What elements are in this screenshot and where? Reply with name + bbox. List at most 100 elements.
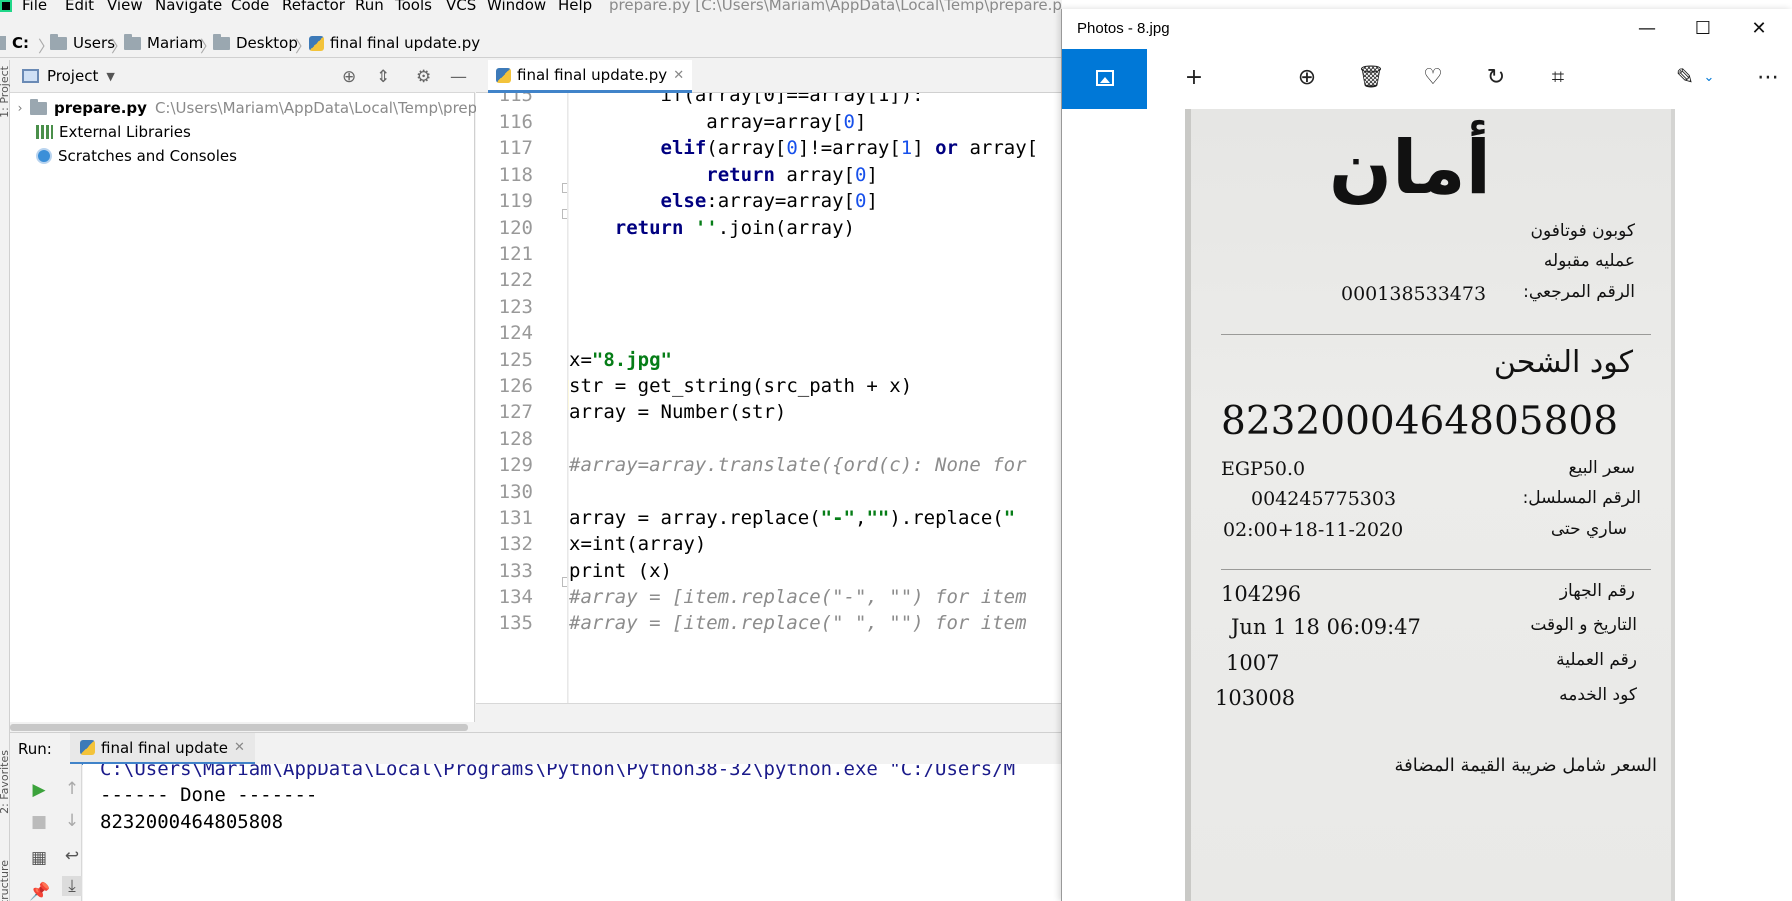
- menu-code[interactable]: Code: [231, 0, 269, 14]
- down-arrow-icon[interactable]: ↓: [62, 811, 82, 831]
- minimize-button[interactable]: —: [1619, 9, 1675, 49]
- receipt-value: 004245775303: [1251, 488, 1397, 510]
- project-view-selector[interactable]: Project ▼: [22, 67, 115, 85]
- tree-item-label: External Libraries: [59, 123, 191, 141]
- run-label: Run:: [18, 740, 52, 758]
- code-line: elif(array[0]!=array[1] or array[: [569, 133, 1039, 163]
- code-text: x=int(array): [569, 533, 707, 555]
- pin-icon[interactable]: 📌: [29, 882, 50, 901]
- receipt-heading: كود الشحن: [1493, 345, 1633, 380]
- code-editor[interactable]: if(array[0]==array[1]): array=array[0] e…: [569, 93, 1062, 703]
- chevron-down-icon[interactable]: ⌄: [1694, 63, 1724, 93]
- folder-icon: [124, 33, 141, 50]
- editor-horizontal-scrollbar[interactable]: [476, 703, 1062, 732]
- locate-icon[interactable]: ⊕: [342, 67, 356, 87]
- code-text: x=: [569, 349, 592, 371]
- more-icon[interactable]: ⋯: [1753, 63, 1783, 93]
- code-string: '': [683, 217, 718, 239]
- menu-refactor[interactable]: Refactor: [282, 0, 345, 14]
- tree-item-scratches[interactable]: Scratches and Consoles: [36, 144, 237, 168]
- run-tab-final-final-update[interactable]: final final update ✕: [70, 733, 255, 765]
- code-string: "": [866, 507, 890, 529]
- tab-label: final final update.py: [517, 66, 668, 84]
- rotate-icon[interactable]: ↻: [1481, 63, 1511, 93]
- maximize-button[interactable]: ☐: [1675, 9, 1731, 49]
- breadcrumb-desktop[interactable]: Desktop: [213, 33, 298, 52]
- menu-help[interactable]: Help: [558, 0, 592, 14]
- soft-wrap-icon[interactable]: ↩: [62, 846, 82, 866]
- gear-icon[interactable]: ⚙: [416, 67, 431, 87]
- breadcrumb-file[interactable]: final final update.py: [309, 34, 480, 52]
- breadcrumb-users[interactable]: Users: [50, 33, 116, 52]
- close-icon[interactable]: ✕: [673, 68, 684, 83]
- fold-marker-icon[interactable]: [562, 577, 567, 587]
- close-button[interactable]: ✕: [1731, 9, 1787, 49]
- run-console[interactable]: C:\Users\Mariam\AppData\Local\Programs\P…: [83, 764, 1062, 901]
- code-text: array[: [774, 164, 855, 186]
- code-number: 0: [843, 111, 855, 133]
- receipt-value: EGP50.0: [1221, 458, 1306, 480]
- code-text: array = Number(str): [569, 401, 787, 423]
- menu-file[interactable]: File: [22, 0, 47, 14]
- photo-viewer[interactable]: أمان كوبون فوتافون عمليه مقبوله الرقم ال…: [1062, 109, 1792, 901]
- tree-item-external-libraries[interactable]: External Libraries: [36, 120, 191, 144]
- menu-vcs[interactable]: VCS: [446, 0, 476, 14]
- receipt-label: ساري حتى: [1550, 519, 1627, 539]
- delete-icon[interactable]: 🗑: [1356, 63, 1386, 93]
- breadcrumb-mariam[interactable]: Mariam: [124, 33, 204, 52]
- menu-view[interactable]: View: [107, 0, 143, 14]
- run-panel-header: Run: final final update ✕: [10, 732, 1062, 765]
- close-icon[interactable]: ✕: [234, 740, 245, 755]
- breadcrumb-label: C:: [12, 34, 30, 52]
- hide-icon[interactable]: —: [450, 67, 467, 87]
- code-text: ]: [866, 164, 878, 186]
- tree-item-prepare-py[interactable]: › prepare.py C:\Users\Mariam\AppData\Loc…: [10, 96, 525, 120]
- project-panel: Project ▼ ⊕ ⇕ ⚙ — › prepare.py C:\Users\…: [10, 60, 525, 732]
- rerun-icon[interactable]: ▶: [29, 780, 49, 800]
- zoom-in-icon[interactable]: ⊕: [1292, 63, 1322, 93]
- breadcrumb-label: Desktop: [236, 34, 298, 52]
- menu-navigate[interactable]: Navigate: [155, 0, 222, 14]
- menu-tools[interactable]: Tools: [395, 0, 432, 14]
- fold-marker-icon[interactable]: [562, 183, 567, 193]
- editor-gutter: 115 116 117 118 119 120 121 122 123 124 …: [476, 93, 568, 703]
- collapse-all-icon[interactable]: ⇕: [376, 67, 390, 87]
- scrollbar-thumb[interactable]: [10, 724, 468, 731]
- receipt-value: 104296: [1221, 582, 1302, 606]
- project-horizontal-scrollbar[interactable]: [10, 722, 475, 732]
- layout-icon[interactable]: ▦: [29, 848, 49, 868]
- tab-final-final-update[interactable]: final final update.py ✕: [488, 60, 693, 93]
- scroll-to-end-icon[interactable]: ⤓: [62, 876, 82, 896]
- run-tab-label: final final update: [101, 738, 229, 757]
- window-title: prepare.py [C:\Users\Mariam\AppData\Loca…: [609, 0, 1062, 14]
- code-number: 0: [786, 137, 798, 159]
- code-text: ,: [855, 507, 867, 529]
- breadcrumb-label: Users: [73, 34, 116, 52]
- favorite-icon[interactable]: ♡: [1418, 63, 1448, 93]
- line-number: 127: [498, 401, 533, 423]
- breadcrumb-drive[interactable]: C:: [0, 34, 29, 52]
- folder-icon: [213, 33, 230, 50]
- menu-run[interactable]: Run: [355, 0, 384, 14]
- code-text: ]: [855, 111, 867, 133]
- code-text: (array[: [706, 137, 787, 159]
- line-number: 117: [498, 137, 533, 159]
- menu-window[interactable]: Window: [487, 0, 546, 14]
- menu-edit[interactable]: Edit: [65, 0, 94, 14]
- up-arrow-icon[interactable]: ↑: [62, 779, 82, 799]
- chevron-right-icon[interactable]: ›: [10, 101, 30, 115]
- stop-icon[interactable]: ■: [29, 812, 49, 832]
- code-text: ]: [912, 137, 936, 159]
- code-keyword: return: [569, 217, 684, 239]
- add-icon[interactable]: +: [1179, 63, 1209, 93]
- crop-icon[interactable]: ⌗: [1543, 63, 1573, 93]
- receipt-divider: [1221, 334, 1651, 335]
- tree-item-label: prepare.py: [54, 99, 147, 117]
- code-number: 0: [855, 190, 867, 212]
- fold-marker-icon[interactable]: [562, 209, 567, 219]
- image-view-button[interactable]: [1062, 49, 1147, 109]
- drive-icon: [0, 36, 6, 50]
- breadcrumb-label: Mariam: [147, 34, 204, 52]
- receipt-footer: السعر شامل ضريبة القيمة المضافة: [1394, 755, 1657, 776]
- receipt-label: الرقم المرجعي:: [1523, 282, 1635, 302]
